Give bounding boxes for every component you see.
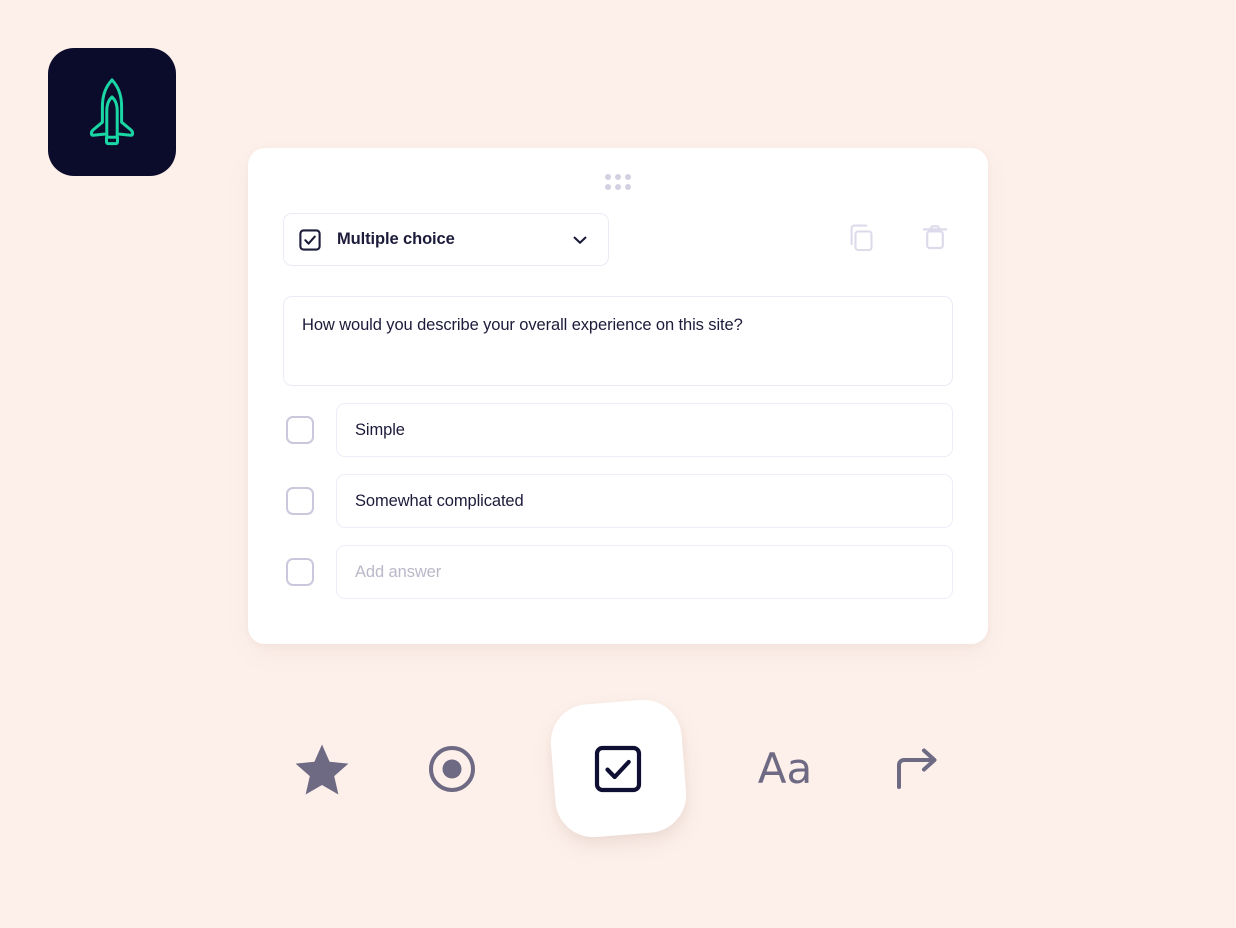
- drag-dots-icon[interactable]: [605, 174, 631, 190]
- answer-row: Add answer: [283, 545, 953, 599]
- answer-checkbox[interactable]: [286, 416, 314, 444]
- drag-dot: [625, 174, 631, 180]
- drag-dot: [605, 174, 611, 180]
- rocket-icon: [80, 75, 144, 149]
- answer-row: Simple: [283, 403, 953, 457]
- toolbar-multiple-choice[interactable]: [544, 694, 692, 844]
- star-icon: [294, 742, 350, 796]
- answer-row: Somewhat complicated: [283, 474, 953, 528]
- answer-checkbox[interactable]: [286, 558, 314, 586]
- delete-button[interactable]: [912, 216, 958, 262]
- drag-dot: [605, 184, 611, 190]
- text-aa-icon: Aa: [757, 744, 813, 793]
- copy-icon: [846, 222, 876, 257]
- answer-input[interactable]: Somewhat complicated: [336, 474, 953, 528]
- app-logo: [48, 48, 176, 176]
- toolbar-rating[interactable]: [248, 694, 396, 844]
- drag-dot: [615, 184, 621, 190]
- answer-list: Simple Somewhat complicated Add answer: [283, 403, 953, 599]
- question-text-input[interactable]: How would you describe your overall expe…: [283, 296, 953, 386]
- toolbar-single-choice[interactable]: [378, 694, 526, 844]
- toolbar-redirect[interactable]: [843, 694, 991, 844]
- question-text-value: How would you describe your overall expe…: [302, 316, 743, 334]
- drag-dot: [615, 174, 621, 180]
- drag-dot: [625, 184, 631, 190]
- checkbox-checked-icon: [594, 745, 642, 793]
- answer-input[interactable]: Simple: [336, 403, 953, 457]
- question-type-toolbar: Aa: [248, 694, 988, 844]
- question-card: Multiple choice How would you describe y…: [248, 148, 988, 644]
- toolbar-text[interactable]: Aa: [711, 694, 859, 844]
- answer-checkbox[interactable]: [286, 487, 314, 515]
- add-answer-input[interactable]: Add answer: [336, 545, 953, 599]
- duplicate-button[interactable]: [838, 216, 884, 262]
- question-type-value: Multiple choice: [337, 230, 455, 248]
- chevron-down-icon: [570, 230, 590, 250]
- card-actions: [838, 216, 958, 262]
- question-type-select[interactable]: Multiple choice: [283, 213, 609, 266]
- radio-button-icon: [427, 744, 477, 794]
- trash-icon: [920, 222, 950, 257]
- checkbox-checked-icon: [299, 228, 321, 251]
- arrow-turn-right-icon: [891, 743, 943, 795]
